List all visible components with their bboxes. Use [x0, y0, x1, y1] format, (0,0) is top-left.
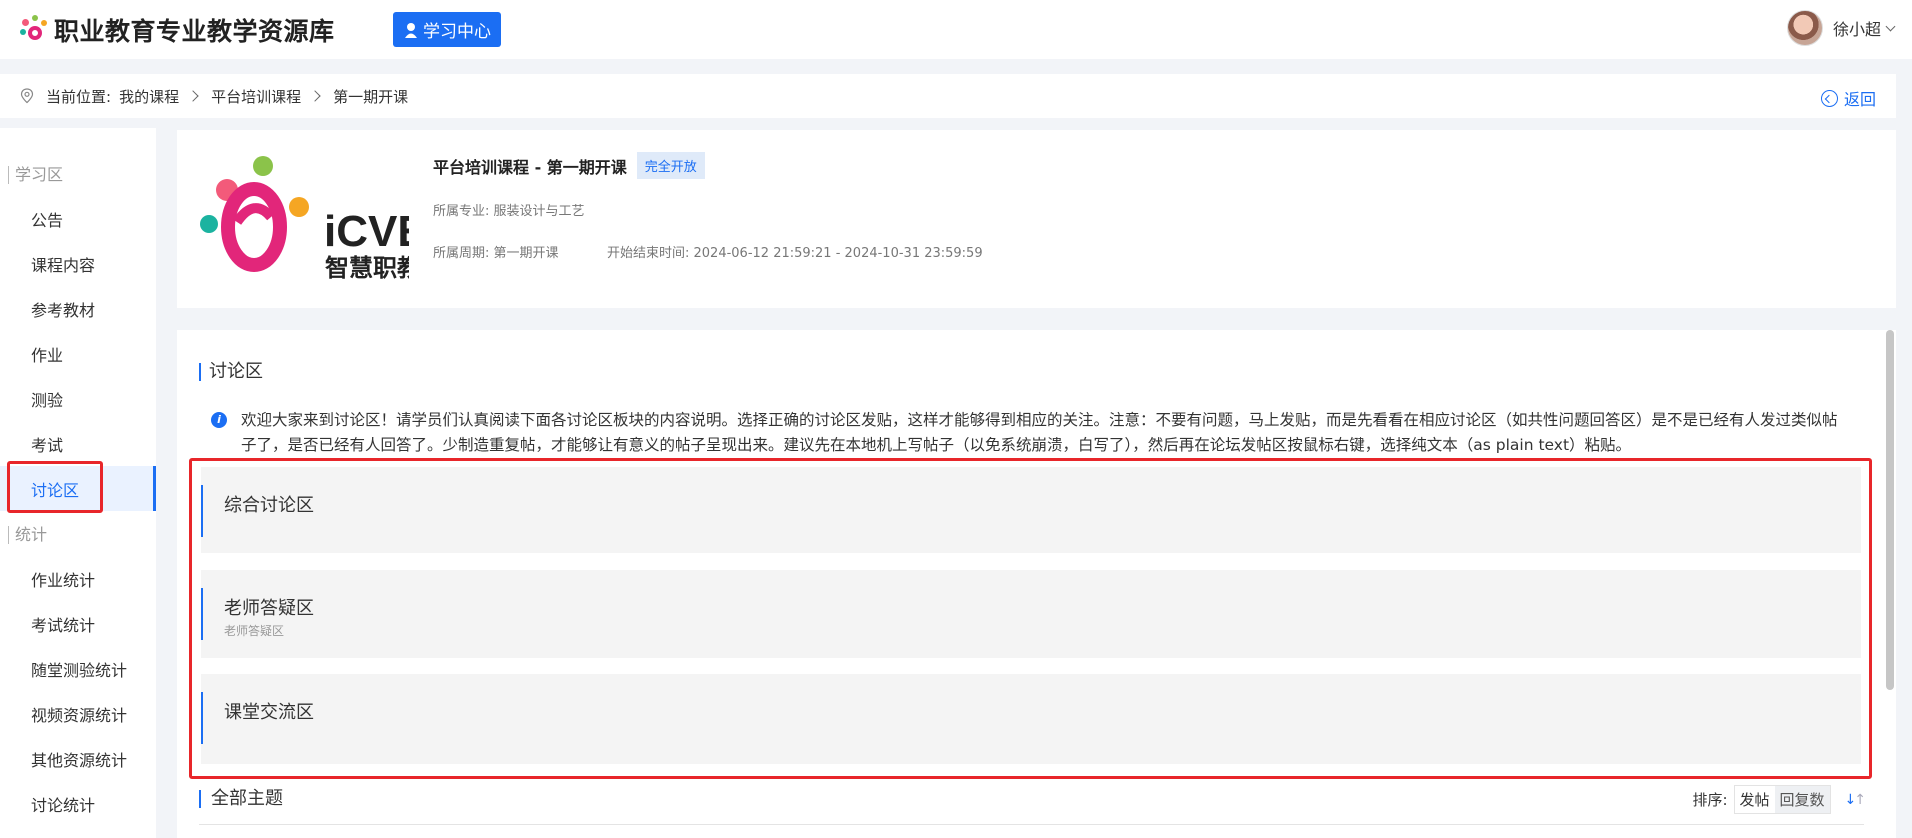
avatar[interactable]: [1786, 10, 1823, 46]
discussion-heading: 讨论区: [199, 363, 263, 381]
study-center-label: 学习中心: [423, 22, 491, 42]
sort-control: 排序: 发帖 回复数 ↓↑: [1692, 785, 1866, 814]
sort-by-post-button[interactable]: 发帖: [1734, 786, 1775, 813]
sidebar-item-quiz[interactable]: 测验: [0, 376, 156, 421]
breadcrumb: 当前位置: 我的课程 平台培训课程 第一期开课 返回: [0, 74, 1896, 118]
study-center-button[interactable]: 学习中心: [393, 12, 501, 47]
back-button[interactable]: 返回: [1820, 86, 1876, 110]
logo-icon: [20, 15, 50, 45]
course-major: 所属专业: 服装设计与工艺: [433, 204, 585, 219]
highlight-box-boards: [189, 458, 1872, 779]
breadcrumb-platform-course[interactable]: 平台培训课程: [211, 86, 301, 107]
course-title: 平台培训课程 - 第一期开课 完全开放: [433, 152, 705, 179]
sidebar-item-course-content[interactable]: 课程内容: [0, 241, 156, 286]
status-badge: 完全开放: [636, 152, 705, 179]
sidebar-item-exam[interactable]: 考试: [0, 421, 156, 466]
all-topics-heading: 全部主题: [199, 790, 283, 808]
chevron-right-icon: [309, 90, 321, 102]
username: 徐小超: [1832, 20, 1881, 39]
sidebar-item-exam-stats[interactable]: 考试统计: [0, 601, 156, 646]
logo-subtext: 智慧职教: [325, 254, 409, 282]
top-header: 职业教育专业教学资源库 学习中心 徐小超: [0, 0, 1912, 59]
location-pin-icon: [20, 88, 34, 104]
course-logo: iCVE 智慧职教: [200, 156, 409, 282]
course-time: 开始结束时间: 2024-06-12 21:59:21 - 2024-10-31…: [607, 246, 983, 261]
chevron-right-icon: [187, 90, 199, 102]
divider: [199, 824, 1864, 825]
breadcrumb-my-courses[interactable]: 我的课程: [119, 86, 179, 107]
course-title-text: 平台培训课程 - 第一期开课: [433, 157, 627, 177]
site-title: 职业教育专业教学资源库: [54, 17, 335, 46]
sidebar-item-other-resource-stats[interactable]: 其他资源统计: [0, 736, 156, 781]
user-menu[interactable]: 徐小超: [1786, 10, 1896, 46]
discussion-notice: 欢迎大家来到讨论区！请学员们认真阅读下面各讨论区板块的内容说明。选择正确的讨论区…: [241, 411, 1838, 454]
sidebar-item-discussion-stats[interactable]: 讨论统计: [0, 781, 156, 826]
chevron-down-icon: [1885, 21, 1896, 31]
student-icon: [405, 22, 417, 38]
sidebar-item-homework[interactable]: 作业: [0, 331, 156, 376]
sort-label: 排序:: [1692, 791, 1728, 809]
sidebar-section-study: 学习区: [8, 166, 63, 184]
sidebar-item-homework-stats[interactable]: 作业统计: [0, 556, 156, 601]
sidebar-item-quiz-stats[interactable]: 随堂测验统计: [0, 646, 156, 691]
back-label: 返回: [1843, 90, 1876, 109]
sidebar-item-video-stats[interactable]: 视频资源统计: [0, 691, 156, 736]
breadcrumb-current: 第一期开课: [333, 87, 409, 106]
scrollbar[interactable]: [1886, 330, 1894, 690]
course-period: 所属周期: 第一期开课: [433, 246, 559, 261]
sort-options: 发帖 回复数: [1733, 785, 1831, 814]
course-info-card: iCVE 智慧职教 平台培训课程 - 第一期开课 完全开放 所属专业: 服装设计…: [177, 130, 1896, 308]
site-logo[interactable]: 职业教育专业教学资源库: [20, 12, 335, 48]
logo-text: iCVE: [324, 207, 409, 256]
sidebar-item-reference-materials[interactable]: 参考教材: [0, 286, 156, 331]
highlight-box-sidebar: [7, 461, 103, 513]
breadcrumb-prefix: 当前位置:: [46, 87, 112, 106]
sidebar-item-announcements[interactable]: 公告: [0, 196, 156, 241]
back-arrow-icon: [1820, 89, 1838, 107]
sidebar-section-stats: 统计: [8, 526, 47, 544]
sort-by-replies-button[interactable]: 回复数: [1774, 786, 1830, 813]
sort-direction-icon[interactable]: ↓↑: [1845, 792, 1866, 808]
discussion-panel: 讨论区 i 欢迎大家来到讨论区！请学员们认真阅读下面各讨论区板块的内容说明。选择…: [177, 330, 1896, 838]
